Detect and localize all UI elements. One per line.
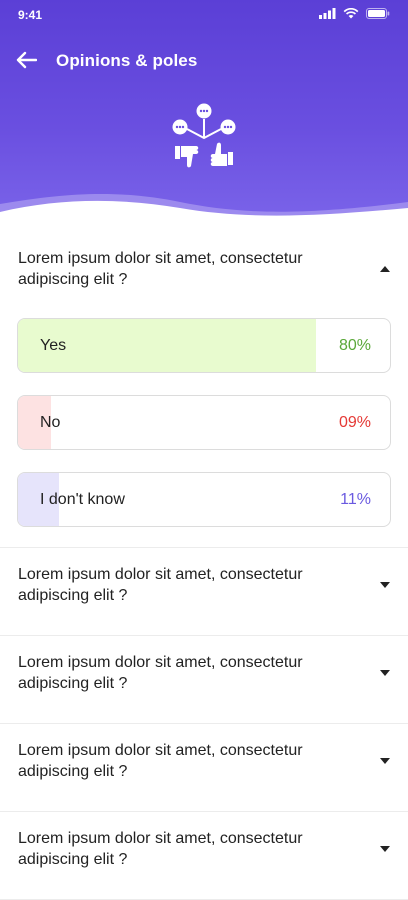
header-wave [0, 193, 408, 232]
question-text: Lorem ipsum dolor sit amet, consectetur … [18, 830, 303, 868]
poll-option-percent: 11% [340, 491, 371, 508]
question-text: Lorem ipsum dolor sit amet, consectetur … [18, 250, 303, 288]
poll-option-label: Yes [40, 337, 67, 354]
question-item: Lorem ipsum dolor sit amet, consectetur … [0, 548, 408, 636]
app-bar: Opinions & poles [0, 42, 408, 80]
poll-option-dont-know[interactable]: I don't know 11% [17, 472, 391, 527]
question-text: Lorem ipsum dolor sit amet, consectetur … [18, 742, 303, 780]
chevron-down-icon [380, 846, 390, 852]
chevron-down-icon [380, 758, 390, 764]
wifi-icon [343, 8, 359, 19]
poll-option-percent: 09% [338, 414, 371, 431]
question-text: Lorem ipsum dolor sit amet, consectetur … [18, 654, 303, 692]
question-header[interactable]: Lorem ipsum dolor sit amet, consectetur … [0, 232, 408, 318]
poll-option-no[interactable]: No 09% [17, 395, 391, 450]
question-text: Lorem ipsum dolor sit amet, consectetur … [18, 566, 303, 604]
status-time: 9:41 [18, 8, 43, 22]
question-header[interactable]: Lorem ipsum dolor sit amet, consectetur … [0, 724, 408, 811]
questions-list: Lorem ipsum dolor sit amet, consectetur … [0, 232, 408, 900]
question-item: Lorem ipsum dolor sit amet, consectetur … [0, 724, 408, 812]
arrow-left-icon [16, 51, 37, 69]
poll-option-label: I don't know [40, 491, 125, 508]
battery-icon [366, 8, 390, 19]
chevron-down-icon [380, 670, 390, 676]
status-bar: 9:41 [0, 0, 408, 30]
signal-icon [319, 8, 336, 19]
page-title: Opinions & poles [56, 51, 198, 70]
back-button[interactable] [12, 46, 40, 74]
poll-option-label: No [40, 414, 61, 431]
status-icons [319, 8, 390, 19]
header: 9:41 Opinions & poles [0, 0, 408, 232]
question-header[interactable]: Lorem ipsum dolor sit amet, consectetur … [0, 636, 408, 723]
poll-option-percent: 80% [338, 337, 371, 354]
question-header[interactable]: Lorem ipsum dolor sit amet, consectetur … [0, 548, 408, 635]
question-item: Lorem ipsum dolor sit amet, consectetur … [0, 636, 408, 724]
question-header[interactable]: Lorem ipsum dolor sit amet, consectetur … [0, 812, 408, 899]
question-item: Lorem ipsum dolor sit amet, consectetur … [0, 232, 408, 548]
chevron-up-icon [380, 266, 390, 272]
poll-option-yes[interactable]: Yes 80% [17, 318, 391, 373]
chevron-down-icon [380, 582, 390, 588]
poll-options: Yes 80% No 09% I don't know 11% [0, 318, 408, 547]
opinions-poll-icon [172, 103, 236, 168]
question-item: Lorem ipsum dolor sit amet, consectetur … [0, 812, 408, 900]
